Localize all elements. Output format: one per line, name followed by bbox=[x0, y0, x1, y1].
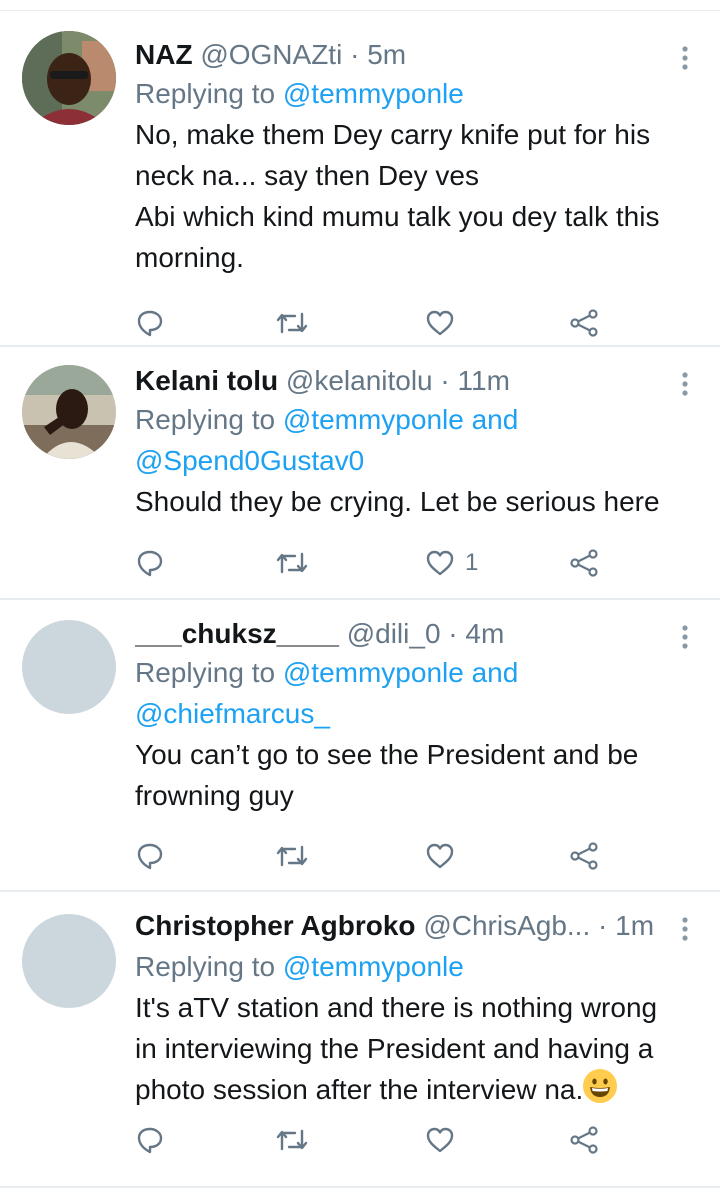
author-handle[interactable]: @dili_0 bbox=[347, 618, 441, 649]
reply-button[interactable] bbox=[135, 838, 165, 874]
timestamp[interactable]: 11m bbox=[458, 365, 510, 396]
timestamp[interactable]: 4m bbox=[465, 618, 504, 649]
mention-link[interactable]: @chiefmarcus_ bbox=[135, 698, 330, 729]
like-icon bbox=[426, 310, 454, 336]
replying-label: Replying to bbox=[135, 78, 283, 109]
retweet-button[interactable] bbox=[275, 305, 309, 341]
tweet-text: No, make them Dey carry knife put for hi… bbox=[135, 114, 700, 278]
retweet-icon bbox=[276, 1129, 308, 1151]
action-bar: 1 bbox=[135, 545, 620, 581]
avatar-placeholder[interactable] bbox=[22, 914, 116, 1008]
replying-to: Replying to @temmyponle and bbox=[135, 399, 700, 440]
replying-to-cont: @Spend0Gustav0 bbox=[135, 440, 700, 481]
author-name[interactable]: Christopher Agbroko bbox=[135, 910, 416, 941]
like-button[interactable] bbox=[425, 1122, 465, 1158]
reply-icon bbox=[137, 310, 163, 337]
replying-label: Replying to bbox=[135, 657, 283, 688]
like-count: 1 bbox=[465, 549, 479, 576]
author-name[interactable]: ___chuksz____ bbox=[135, 618, 339, 649]
replying-to-cont: @chiefmarcus_ bbox=[135, 693, 700, 734]
author-name[interactable]: Kelani tolu bbox=[135, 365, 278, 396]
share-button[interactable] bbox=[569, 1122, 599, 1158]
author-handle[interactable]: @ChrisAgb... bbox=[423, 910, 590, 941]
mention-link[interactable]: @temmyponle bbox=[283, 951, 464, 982]
mention-link[interactable]: @temmyponle bbox=[283, 78, 464, 109]
like-icon bbox=[426, 550, 454, 576]
text-line: in interviewing the President and having… bbox=[135, 1033, 654, 1064]
reply-button[interactable] bbox=[135, 545, 165, 581]
retweet-icon bbox=[276, 312, 308, 334]
separator: · bbox=[432, 365, 458, 396]
tweet-card[interactable]: ___chuksz____ @dili_0 · 4m Replying to @… bbox=[0, 600, 720, 892]
author-handle[interactable]: @kelanitolu bbox=[286, 365, 433, 396]
author-handle[interactable]: @OGNAZti bbox=[200, 39, 342, 70]
replying-to: Replying to @temmyponle bbox=[135, 946, 700, 987]
share-button[interactable] bbox=[569, 305, 599, 341]
like-button[interactable]: 1 bbox=[425, 545, 478, 581]
mention-link[interactable]: @temmyponle and bbox=[283, 404, 518, 435]
tweet-text: It's aTV station and there is nothing wr… bbox=[135, 987, 700, 1110]
retweet-icon bbox=[276, 552, 308, 574]
share-icon bbox=[570, 1126, 598, 1154]
tweet-header: Kelani tolu @kelanitolu · 11m bbox=[135, 363, 700, 399]
top-divider bbox=[0, 0, 720, 11]
tweet-header: ___chuksz____ @dili_0 · 4m bbox=[135, 616, 700, 652]
text-line-with-emoji: photo session after the interview na. bbox=[135, 1069, 700, 1110]
timestamp[interactable]: 5m bbox=[367, 39, 406, 70]
retweet-button[interactable] bbox=[275, 1122, 309, 1158]
retweet-button[interactable] bbox=[275, 838, 309, 874]
action-bar bbox=[135, 838, 620, 874]
text-line: frowning guy bbox=[135, 780, 294, 811]
reply-icon bbox=[137, 843, 163, 870]
like-button[interactable] bbox=[425, 305, 465, 341]
tweet-header: Christopher Agbroko @ChrisAgb... · 1m bbox=[135, 908, 660, 944]
avatar[interactable] bbox=[22, 31, 116, 125]
avatar-placeholder[interactable] bbox=[22, 620, 116, 714]
replying-label: Replying to bbox=[135, 404, 283, 435]
share-icon bbox=[570, 309, 598, 337]
text-line: It's aTV station and there is nothing wr… bbox=[135, 992, 658, 1023]
reply-icon bbox=[137, 1127, 163, 1154]
tweet-card[interactable]: Kelani tolu @kelanitolu · 11m Replying t… bbox=[0, 347, 720, 600]
text-line: No, make them Dey carry knife put for hi… bbox=[135, 119, 651, 150]
retweet-button[interactable] bbox=[275, 545, 309, 581]
reply-icon bbox=[137, 550, 163, 577]
avatar[interactable] bbox=[22, 365, 116, 459]
like-icon bbox=[426, 843, 454, 869]
grinning-face-emoji-icon bbox=[583, 1069, 618, 1103]
mention-link[interactable]: @Spend0Gustav0 bbox=[135, 445, 364, 476]
replying-to: Replying to @temmyponle and bbox=[135, 652, 700, 693]
share-button[interactable] bbox=[569, 545, 599, 581]
replying-label: Replying to bbox=[135, 951, 283, 982]
reply-button[interactable] bbox=[135, 305, 165, 341]
tweet-header: NAZ @OGNAZti · 5m bbox=[135, 37, 700, 73]
timestamp[interactable]: 1m bbox=[615, 910, 654, 941]
text-line: You can’t go to see the President and be bbox=[135, 739, 639, 770]
separator: · bbox=[440, 618, 466, 649]
like-icon bbox=[426, 1127, 454, 1153]
text-line: Abi which kind mumu talk you dey talk th… bbox=[135, 201, 660, 232]
separator: · bbox=[590, 910, 616, 941]
text-line: photo session after the interview na. bbox=[135, 1074, 584, 1105]
text-line: neck na... say then Dey ves bbox=[135, 160, 479, 191]
more-options-icon[interactable] bbox=[670, 914, 700, 944]
tweet-card[interactable]: NAZ @OGNAZti · 5m Replying to @temmyponl… bbox=[0, 11, 720, 347]
like-button[interactable] bbox=[425, 838, 465, 874]
action-bar bbox=[135, 1122, 620, 1158]
replying-to: Replying to @temmyponle bbox=[135, 73, 700, 114]
tweet-card[interactable]: Christopher Agbroko @ChrisAgb... · 1m Re… bbox=[0, 892, 720, 1188]
tweet-text: You can’t go to see the President and be… bbox=[135, 734, 700, 816]
retweet-icon bbox=[276, 845, 308, 867]
reply-button[interactable] bbox=[135, 1122, 165, 1158]
share-button[interactable] bbox=[569, 838, 599, 874]
separator: · bbox=[342, 39, 368, 70]
text-line: morning. bbox=[135, 242, 244, 273]
action-bar bbox=[135, 305, 620, 341]
author-name[interactable]: NAZ bbox=[135, 39, 193, 70]
share-icon bbox=[570, 549, 598, 577]
share-icon bbox=[570, 842, 598, 870]
text-line: Should they be crying. Let be serious he… bbox=[135, 486, 660, 517]
tweet-text: Should they be crying. Let be serious he… bbox=[135, 481, 700, 522]
mention-link[interactable]: @temmyponle and bbox=[283, 657, 518, 688]
